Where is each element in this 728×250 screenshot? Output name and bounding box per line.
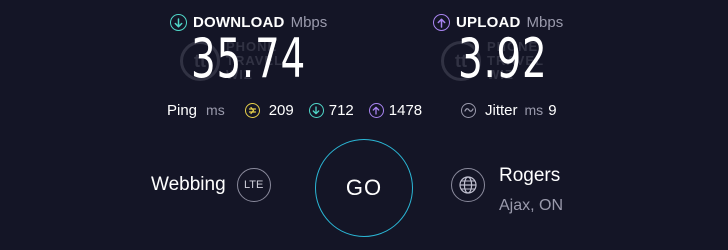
ping-upload-icon xyxy=(368,102,384,118)
jitter-icon xyxy=(461,102,476,118)
ping-idle-icon xyxy=(244,102,260,118)
jitter-row: Jitter ms 9 xyxy=(461,100,557,120)
provider[interactable]: Webbing LTE xyxy=(151,168,271,202)
arrow-down-icon xyxy=(170,14,187,31)
download-value: 35.74 xyxy=(191,27,306,90)
server-name[interactable]: Rogers xyxy=(499,165,560,187)
ping-unit: ms xyxy=(206,102,225,118)
provider-name[interactable]: Webbing xyxy=(151,174,226,196)
upload-value: 3.92 xyxy=(458,27,548,90)
ping-row: Ping ms 209 712 1478 xyxy=(167,100,422,120)
jitter-unit: ms xyxy=(524,102,544,118)
server-location: Ajax, ON xyxy=(499,197,564,214)
arrow-up-icon xyxy=(433,14,450,31)
connection-type-badge: LTE xyxy=(236,168,271,202)
ping-download-icon xyxy=(308,102,324,118)
go-button[interactable]: GO xyxy=(315,139,413,237)
ping-idle-value: 209 xyxy=(268,101,294,119)
ping-upload-value: 1478 xyxy=(388,101,423,119)
globe-icon[interactable] xyxy=(451,168,485,202)
jitter-value: 9 xyxy=(548,101,557,119)
jitter-label: Jitter xyxy=(485,101,518,119)
ping-label: Ping xyxy=(167,101,198,119)
ping-download-value: 712 xyxy=(328,101,354,119)
